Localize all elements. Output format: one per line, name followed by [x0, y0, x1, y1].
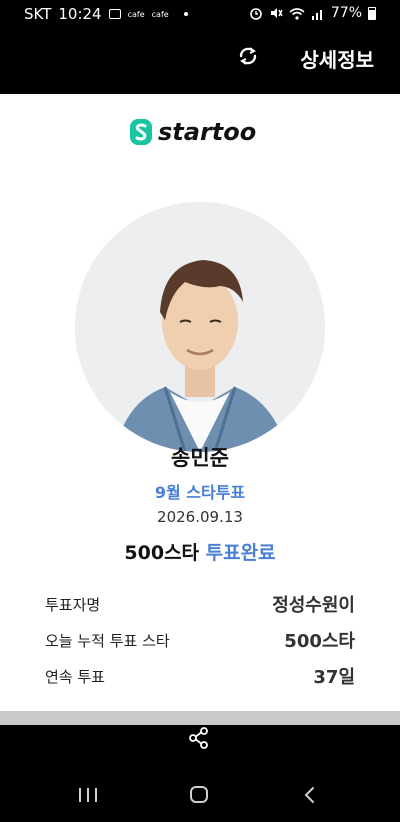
status-right: 77%	[249, 5, 376, 21]
vote-amount: 500스타	[124, 542, 200, 564]
carrier-label: SKT	[24, 5, 52, 23]
home-icon[interactable]	[190, 786, 208, 803]
info-row-label: 연속 투표	[45, 667, 105, 686]
info-row-streak: 연속 투표 37일	[45, 663, 355, 689]
wifi-icon	[289, 7, 305, 20]
logo-text: startoo	[158, 118, 257, 146]
vote-certificate-card: startoo 송민준 9월 스타투표 2026.09.13 500스타 투표완…	[0, 94, 400, 711]
info-row-today-total: 오늘 누적 투표 스타 500스타	[45, 627, 355, 653]
detail-info-button[interactable]: 상세정보	[300, 44, 374, 73]
artist-name: 송민준	[171, 446, 229, 470]
vote-event-title: 9월 스타투표	[154, 483, 246, 502]
info-row-label: 투표자명	[45, 595, 101, 614]
notification-cafe-1: cafe	[127, 9, 145, 19]
app-bar: 상세정보	[0, 30, 400, 94]
info-row-value: 500스타	[284, 631, 355, 652]
status-left: SKT 10:24 cafe cafe	[24, 5, 188, 23]
share-icon[interactable]	[188, 727, 210, 749]
info-row-label: 오늘 누적 투표 스타	[45, 631, 170, 650]
refresh-icon[interactable]	[236, 44, 260, 68]
info-row-value: 정성수원이	[272, 595, 355, 616]
alarm-icon	[250, 8, 262, 20]
startoo-logo-icon	[130, 119, 152, 145]
card-bottom-divider	[0, 711, 400, 725]
vote-date: 2026.09.13	[157, 508, 243, 526]
notification-cafe-2: cafe	[151, 9, 169, 19]
info-row-value: 37일	[313, 667, 355, 688]
artist-photo	[75, 202, 325, 452]
status-bar: SKT 10:24 cafe cafe 77%	[0, 0, 400, 30]
mute-icon	[270, 8, 283, 18]
battery-icon	[368, 6, 376, 20]
vote-summary: 500스타 투표완료	[0, 538, 400, 565]
notification-dot-icon	[183, 12, 188, 16]
startoo-logo: startoo	[130, 118, 256, 146]
artist-photo-illustration	[75, 202, 325, 452]
system-navigation-bar	[0, 766, 400, 822]
gallery-icon	[108, 9, 121, 19]
battery-percent: 77%	[330, 5, 362, 21]
recent-apps-icon[interactable]	[79, 788, 97, 802]
vote-status: 투표완료	[205, 542, 276, 564]
signal-icon	[311, 9, 322, 20]
clock: 10:24	[58, 5, 102, 23]
info-row-voter: 투표자명 정성수원이	[45, 591, 355, 617]
back-icon[interactable]	[301, 786, 319, 804]
